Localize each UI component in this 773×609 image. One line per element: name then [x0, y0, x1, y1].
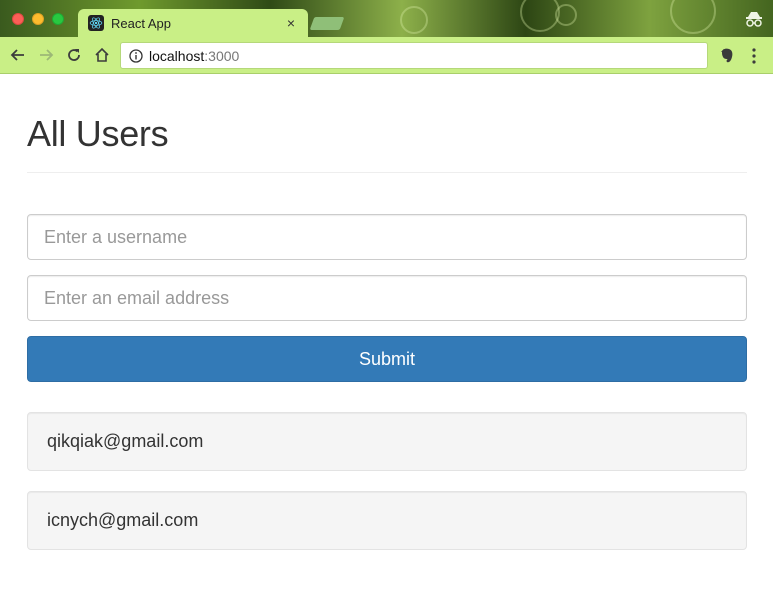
window-minimize-button[interactable] [32, 13, 44, 25]
reload-button[interactable] [61, 42, 87, 68]
site-info-icon[interactable] [129, 48, 143, 63]
browser-tab[interactable]: React App × [78, 9, 308, 37]
back-button[interactable] [5, 42, 31, 68]
page-title: All Users [27, 113, 169, 154]
title-divider [27, 172, 747, 173]
home-icon [95, 47, 109, 62]
user-email: icnych@gmail.com [47, 510, 199, 530]
forward-arrow-icon [40, 49, 54, 61]
browser-toolbar: localhost:3000 [0, 37, 773, 74]
reload-icon [68, 49, 80, 61]
username-input[interactable] [27, 214, 747, 260]
new-tab-button[interactable] [309, 17, 345, 30]
window-zoom-button[interactable] [52, 13, 64, 25]
back-arrow-icon [10, 49, 24, 61]
address-bar[interactable]: localhost:3000 [120, 42, 708, 69]
browser-titlebar: React App × [0, 0, 773, 37]
theme-decoration [520, 0, 560, 32]
user-email: qikqiak@gmail.com [47, 431, 204, 451]
forward-button[interactable] [33, 42, 59, 68]
window-close-button[interactable] [12, 13, 24, 25]
incognito-icon[interactable] [745, 10, 763, 28]
email-input[interactable] [27, 275, 747, 321]
home-button[interactable] [89, 42, 115, 68]
page-content: All Users Submit qikqiak@gmail.com icnyc… [0, 75, 773, 609]
user-list-item: qikqiak@gmail.com [27, 412, 747, 471]
user-list-item: icnych@gmail.com [27, 491, 747, 550]
tab-title: React App [111, 15, 171, 31]
theme-decoration [670, 0, 716, 34]
evernote-extension-icon[interactable] [718, 47, 736, 65]
react-logo-icon [88, 15, 104, 31]
browser-menu-icon[interactable] [749, 47, 759, 65]
theme-decoration [555, 4, 577, 26]
url-port: :3000 [204, 47, 240, 64]
url-host: localhost [149, 47, 205, 64]
theme-decoration [400, 6, 428, 34]
tab-close-icon[interactable]: × [284, 15, 298, 31]
submit-button[interactable]: Submit [27, 336, 747, 382]
